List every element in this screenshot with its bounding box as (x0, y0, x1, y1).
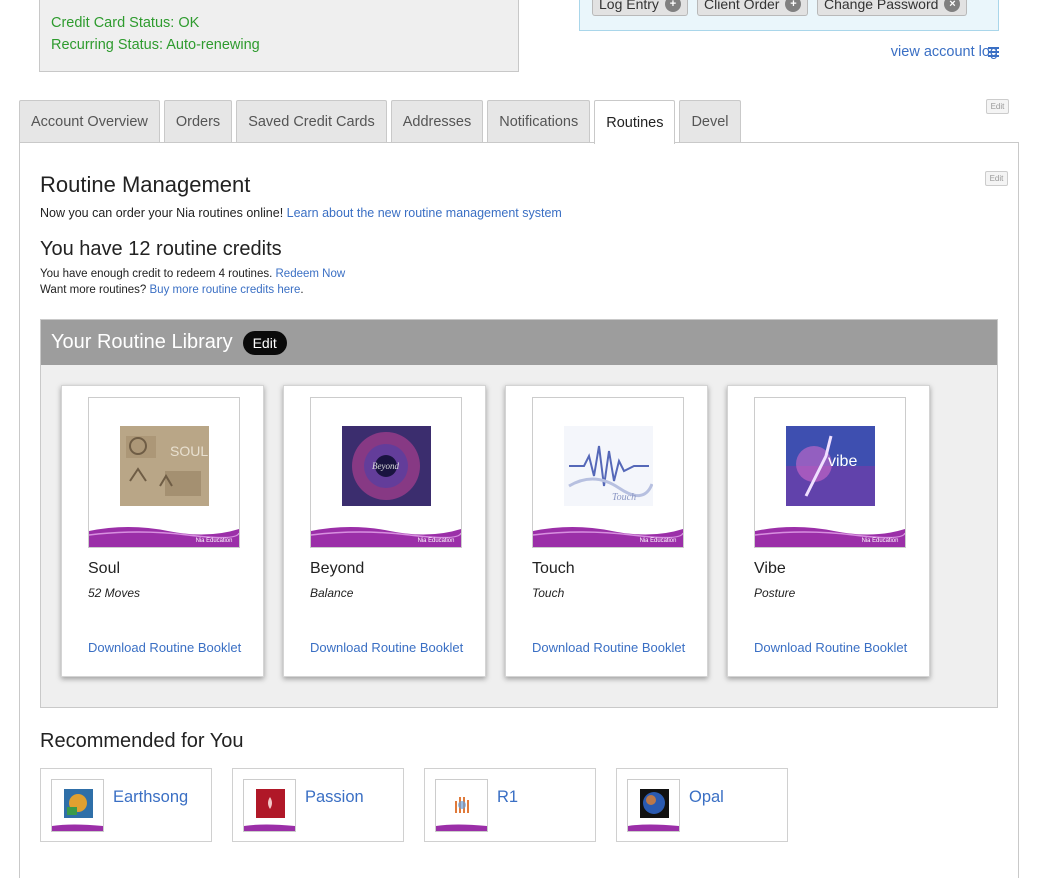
page-title: Routine Management (40, 172, 251, 197)
soul-cover-art: SOUL (120, 426, 209, 506)
tab-addresses[interactable]: Addresses (390, 100, 484, 143)
plus-icon: + (785, 0, 802, 12)
change-password-label: Change Password (824, 0, 939, 12)
earthsong-thumb-art (64, 789, 93, 818)
log-entry-button[interactable]: Log Entry + (592, 0, 688, 16)
svg-text:Touch: Touch (612, 492, 636, 503)
nia-brand-band: Nia Education (311, 527, 461, 547)
recommended-name: Earthsong (113, 788, 189, 806)
routine-cover[interactable]: SOUL Nia Education (88, 397, 240, 548)
routine-subtitle: Balance (310, 586, 354, 600)
routine-name: Beyond (310, 560, 365, 577)
library-edit-button[interactable]: Edit (242, 330, 287, 355)
redeem-line: You have enough credit to redeem 4 routi… (40, 268, 345, 280)
client-order-label: Client Order (704, 0, 780, 12)
nia-brand-band (628, 824, 679, 831)
nia-brand-band (52, 824, 103, 831)
client-order-button[interactable]: Client Order + (697, 0, 809, 16)
log-entry-label: Log Entry (599, 0, 659, 12)
routine-card-touch: Touch Nia Education Touch Touch Download… (505, 385, 708, 677)
routine-name: Touch (532, 560, 575, 577)
buy-credits-link[interactable]: Buy more routine credits here (150, 284, 301, 296)
recommended-title: Recommended for You (40, 730, 244, 752)
tabs-edit-button[interactable]: Edit (986, 99, 1009, 114)
library-header: Your Routine Library Edit (41, 320, 997, 365)
recommended-item-passion[interactable]: Passion (232, 768, 404, 842)
buy-more-line: Want more routines? Buy more routine cre… (40, 284, 304, 296)
routine-subtitle: 52 Moves (88, 586, 141, 600)
recommended-item-opal[interactable]: Opal (616, 768, 788, 842)
intro-label: Now you can order your Nia routines onli… (40, 206, 287, 220)
redeem-text: You have enough credit to redeem 4 routi… (40, 268, 276, 280)
tab-routines[interactable]: Routines (594, 100, 676, 144)
routine-cover[interactable]: Beyond Nia Education (310, 397, 462, 548)
intro-text: Now you can order your Nia routines onli… (40, 206, 562, 220)
vibe-cover-art: vibe (786, 426, 875, 506)
routine-subtitle: Touch (532, 586, 565, 600)
routine-card-vibe: vibe Nia Education Vibe Posture Download… (727, 385, 930, 677)
download-booklet-link[interactable]: Download Routine Booklet (88, 640, 241, 655)
routine-name: Soul (88, 560, 121, 577)
recommended-item-earthsong[interactable]: Earthsong (40, 768, 212, 842)
svg-text:Beyond: Beyond (372, 461, 399, 471)
nia-brand-band (436, 824, 487, 831)
download-booklet-link[interactable]: Download Routine Booklet (310, 640, 463, 655)
library-title: Your Routine Library (51, 331, 233, 353)
svg-text:Nia Education: Nia Education (418, 538, 455, 544)
opal-thumb-art (640, 789, 669, 818)
svg-text:Nia Education: Nia Education (640, 538, 677, 544)
routine-cover[interactable]: Touch Nia Education (532, 397, 684, 548)
r1-thumb-art (448, 789, 477, 818)
nia-brand-band (244, 824, 295, 831)
routine-card-soul: SOUL Nia Education Soul 52 Moves Downloa… (61, 385, 264, 677)
beyond-cover-art: Beyond (342, 426, 431, 506)
recommended-item-r1[interactable]: R1 (424, 768, 596, 842)
routine-subtitle: Posture (754, 586, 796, 600)
buy-more-suffix: . (300, 284, 304, 296)
change-password-button[interactable]: Change Password × (817, 0, 968, 16)
tab-account-overview[interactable]: Account Overview (19, 100, 160, 143)
nia-brand-band: Nia Education (755, 527, 905, 547)
svg-text:SOUL: SOUL (170, 443, 208, 459)
nia-brand-band: Nia Education (533, 527, 683, 547)
tab-notifications[interactable]: Notifications (487, 100, 591, 143)
routine-cover[interactable]: vibe Nia Education (754, 397, 906, 548)
plus-icon: + (664, 0, 681, 12)
tab-saved-credit-cards[interactable]: Saved Credit Cards (236, 100, 387, 143)
learn-more-link[interactable]: Learn about the new routine management s… (287, 206, 562, 220)
download-booklet-link[interactable]: Download Routine Booklet (532, 640, 685, 655)
view-account-log-link[interactable]: view account log (891, 44, 998, 60)
credit-card-status: Credit Card Status: OK (51, 15, 200, 31)
recommended-thumbnail (243, 779, 296, 832)
recommended-thumbnail (435, 779, 488, 832)
recommended-thumbnail (51, 779, 104, 832)
recommended-name: R1 (497, 788, 519, 806)
redeem-now-link[interactable]: Redeem Now (276, 268, 346, 280)
close-icon: × (944, 0, 961, 12)
svg-text:vibe: vibe (828, 453, 857, 470)
nia-brand-band: Nia Education (89, 527, 239, 547)
svg-text:Nia Education: Nia Education (862, 538, 899, 544)
tab-orders[interactable]: Orders (163, 100, 233, 143)
svg-text:Nia Education: Nia Education (196, 538, 233, 544)
account-action-bar: Log Entry + Client Order + Change Passwo… (579, 0, 999, 31)
account-tabs: Account Overview Orders Saved Credit Car… (19, 100, 745, 144)
download-booklet-link[interactable]: Download Routine Booklet (754, 640, 907, 655)
recurring-status: Recurring Status: Auto-renewing (51, 37, 260, 53)
menu-icon[interactable] (988, 47, 999, 57)
buy-more-text: Want more routines? (40, 284, 150, 296)
passion-thumb-art (256, 789, 285, 818)
recommended-name: Passion (305, 788, 364, 806)
routine-card-beyond: Beyond Nia Education Beyond Balance Down… (283, 385, 486, 677)
account-status-box: Credit Card Status: OK Recurring Status:… (39, 0, 519, 72)
routine-name: Vibe (754, 560, 786, 577)
recommended-thumbnail (627, 779, 680, 832)
touch-cover-art: Touch (564, 426, 653, 506)
tab-devel[interactable]: Devel (679, 100, 741, 143)
recommended-name: Opal (689, 788, 724, 806)
section-edit-button[interactable]: Edit (985, 171, 1008, 186)
credits-heading: You have 12 routine credits (40, 238, 282, 260)
